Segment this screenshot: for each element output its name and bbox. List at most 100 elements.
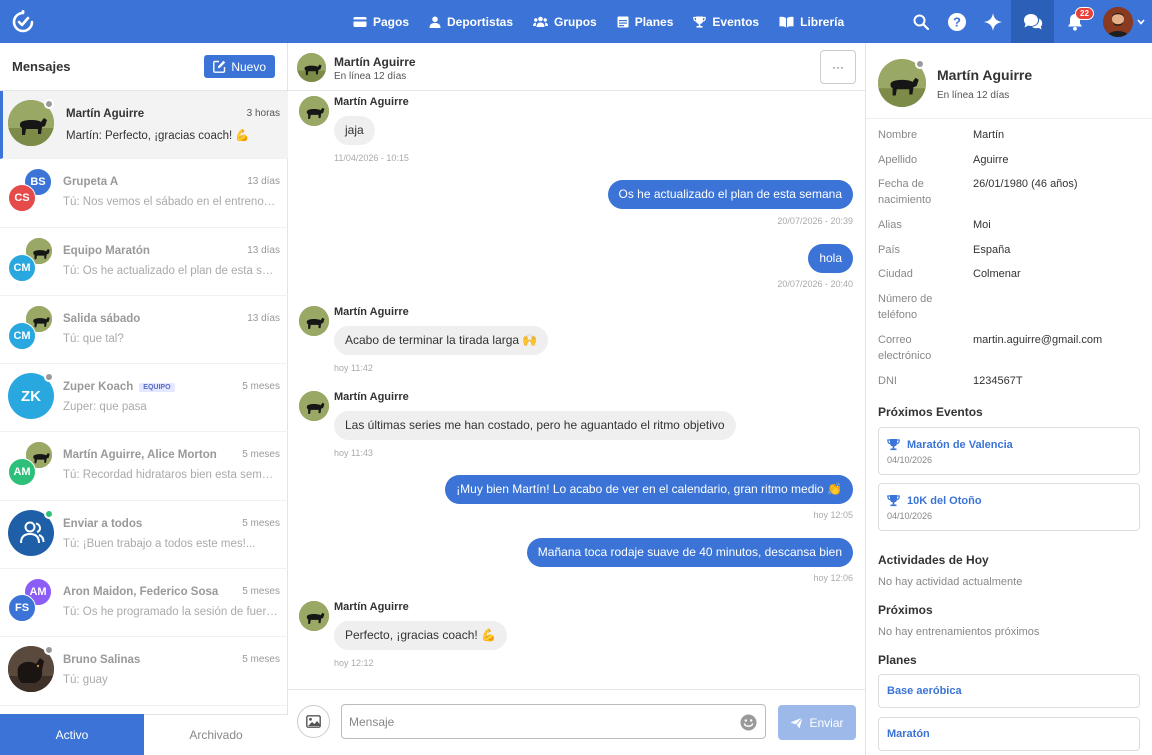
info-value: Martín bbox=[973, 129, 1005, 141]
user-avatar bbox=[1103, 6, 1133, 37]
conversation-item[interactable]: BS CS Grupeta A 13 días Tú: Nos vemos el… bbox=[0, 159, 288, 228]
chat-panel: Martín Aguirre En línea 12 días ··· Mart… bbox=[288, 43, 865, 755]
user-menu[interactable] bbox=[1096, 0, 1152, 43]
offline-status-dot bbox=[44, 99, 54, 109]
svg-text:?: ? bbox=[953, 14, 961, 29]
conversation-item[interactable]: Bruno Salinas 5 meses Tú: guay bbox=[0, 637, 288, 706]
conversation-name: Salida sábado bbox=[63, 312, 141, 325]
nav-deportistas[interactable]: Deportistas bbox=[429, 0, 513, 43]
conversation-name: Martín Aguirre, Alice Morton bbox=[63, 449, 217, 462]
app-logo-icon[interactable] bbox=[10, 9, 36, 35]
event-date: 04/10/2026 bbox=[887, 455, 933, 465]
sender-name: Martín Aguirre bbox=[334, 96, 409, 108]
conversation-item[interactable]: AM Martín Aguirre, Alice Morton 5 meses … bbox=[0, 432, 288, 501]
panel-title: Mensajes bbox=[12, 59, 71, 74]
messages-button[interactable] bbox=[1011, 0, 1054, 43]
person-icon bbox=[429, 16, 441, 28]
conversation-item[interactable]: CM Equipo Maratón 13 días Tú: Os he actu… bbox=[0, 228, 288, 296]
conversation-time: 5 meses bbox=[242, 654, 280, 666]
help-icon: ? bbox=[948, 12, 966, 31]
section-title: Próximos bbox=[878, 603, 933, 617]
sender-avatar bbox=[299, 601, 329, 631]
sender-avatar bbox=[299, 96, 329, 126]
conversation-preview: Tú: Recordad hidrataros bien esta semana bbox=[63, 469, 278, 482]
info-value: Aguirre bbox=[973, 154, 1009, 166]
tab-active[interactable]: Activo bbox=[0, 714, 144, 755]
nav-planes[interactable]: Planes bbox=[617, 0, 673, 43]
contact-status: En línea 12 días bbox=[334, 71, 407, 82]
conversation-item[interactable]: CM Salida sábado 13 días Tú: que tal? bbox=[0, 296, 288, 365]
nav-label: Deportistas bbox=[447, 14, 514, 29]
avatar-initials: AM bbox=[8, 458, 36, 487]
sender-name: Martín Aguirre bbox=[334, 601, 409, 613]
nav-pagos[interactable]: Pagos bbox=[353, 0, 409, 43]
conversation-item[interactable]: Martín Aguirre 3 horas Martín: Perfecto,… bbox=[0, 91, 288, 160]
message-time: 11/04/2026 - 10:15 bbox=[334, 153, 409, 163]
sender-avatar bbox=[299, 306, 329, 336]
send-button[interactable]: Enviar bbox=[778, 705, 856, 740]
plan-item[interactable]: Base aeróbica bbox=[878, 674, 1140, 708]
card-icon bbox=[353, 16, 367, 27]
conversation-name: Martín Aguirre bbox=[66, 108, 145, 120]
conversation-preview: Tú: que tal? bbox=[63, 332, 124, 345]
new-message-button[interactable]: Nuevo bbox=[204, 55, 275, 78]
info-value: España bbox=[973, 244, 1011, 256]
profile-avatar bbox=[878, 59, 926, 107]
offline-status-dot bbox=[44, 645, 54, 656]
info-label: Apellido bbox=[878, 154, 918, 166]
event-card[interactable]: Maratón de Valencia 04/10/2026 bbox=[878, 427, 1140, 475]
nav-eventos[interactable]: Eventos bbox=[693, 0, 759, 43]
tab-archived[interactable]: Archivado bbox=[144, 714, 288, 755]
conversation-name: Grupeta A bbox=[63, 176, 119, 189]
ai-assistant-button[interactable] bbox=[975, 0, 1011, 43]
conversation-tabs: Activo Archivado bbox=[0, 714, 288, 755]
avatar bbox=[8, 508, 54, 556]
divider bbox=[866, 118, 1152, 119]
conversation-item[interactable]: Enviar a todos 5 meses Tú: ¡Buen trabajo… bbox=[0, 501, 288, 570]
send-label: Enviar bbox=[809, 715, 844, 730]
nav-grupos[interactable]: Grupos bbox=[533, 0, 597, 43]
help-button[interactable]: ? bbox=[939, 0, 975, 43]
conversations-panel: Mensajes Nuevo Martín Aguirre 3 horas Ma… bbox=[0, 43, 288, 755]
group-avatar: BS CS bbox=[8, 168, 54, 214]
message-bubble: Mañana toca rodaje suave de 40 minutos, … bbox=[526, 538, 853, 567]
profile-name: Martín Aguirre bbox=[937, 67, 1033, 83]
nav-libreria[interactable]: Librería bbox=[779, 0, 844, 43]
chat-header: Martín Aguirre En línea 12 días ··· bbox=[288, 43, 865, 91]
avatar-initials: CM bbox=[8, 321, 36, 350]
conversation-name: Zuper Koach EQUIPO bbox=[63, 381, 175, 393]
info-label: Fecha de nacimiento bbox=[878, 178, 932, 206]
attach-image-button[interactable] bbox=[297, 705, 330, 738]
conversation-preview: Tú: Os he actualizado el plan de esta se… bbox=[63, 264, 278, 277]
contact-avatar[interactable] bbox=[297, 53, 326, 82]
chat-bubbles-icon bbox=[1023, 14, 1042, 30]
event-card[interactable]: 10K del Otoño 04/10/2026 bbox=[878, 483, 1140, 531]
emoji-icon[interactable] bbox=[740, 714, 757, 731]
conversation-time: 5 meses bbox=[242, 586, 280, 598]
message-bubble: Os he actualizado el plan de esta semana bbox=[607, 180, 853, 209]
info-value: Colmenar bbox=[973, 268, 1021, 280]
conversation-item[interactable]: AM FS Aron Maidon, Federico Sosa 5 meses… bbox=[0, 569, 288, 638]
more-options-button[interactable]: ··· bbox=[820, 50, 856, 84]
message-composer: Enviar bbox=[288, 689, 865, 755]
notifications-button[interactable]: 22 bbox=[1054, 0, 1096, 43]
avatar bbox=[8, 99, 54, 146]
main-nav: Pagos Deportistas Grupos Planes Eventos … bbox=[353, 0, 864, 43]
info-value: 1234567T bbox=[973, 375, 1023, 387]
conversation-name: Enviar a todos bbox=[63, 517, 143, 530]
trophy-icon bbox=[887, 495, 900, 507]
info-value: 26/01/1980 (46 años) bbox=[973, 178, 1078, 190]
team-badge: EQUIPO bbox=[139, 382, 175, 392]
group-avatar: CM bbox=[8, 304, 54, 351]
message-time: 20/07/2026 - 20:39 bbox=[777, 216, 853, 226]
search-button[interactable] bbox=[903, 0, 939, 43]
event-name: Maratón de Valencia bbox=[907, 438, 1013, 451]
message-input[interactable] bbox=[341, 704, 766, 739]
event-name: 10K del Otoño bbox=[907, 494, 982, 507]
plan-item[interactable]: Maratón bbox=[878, 717, 1140, 751]
message-time: hoy 12:12 bbox=[334, 658, 374, 668]
section-title: Actividades de Hoy bbox=[878, 553, 989, 567]
message-time: 20/07/2026 - 20:40 bbox=[777, 279, 853, 289]
event-title: 10K del Otoño bbox=[887, 494, 982, 507]
conversation-item[interactable]: ZK Zuper Koach EQUIPO 5 meses Zuper: que … bbox=[0, 364, 288, 433]
